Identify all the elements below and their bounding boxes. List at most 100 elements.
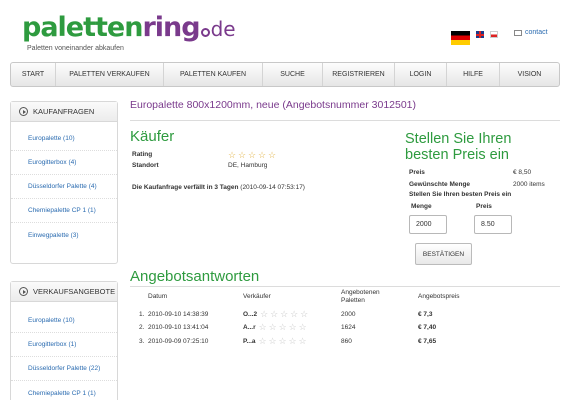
nav-login[interactable]: LOGIN — [395, 63, 447, 86]
star-icon: ☆ — [238, 150, 247, 160]
nav-sell-pallets[interactable]: PALETTEN VERKAUFEN — [56, 63, 164, 86]
sidebar-offer-item[interactable]: Eurogitterbox (1) — [11, 333, 117, 357]
sidebar-request-item[interactable]: Eurogitterbox (4) — [11, 151, 117, 175]
row-price: € 7,3 — [418, 311, 433, 318]
nav-help[interactable]: HILFE — [447, 63, 500, 86]
quantity-value: 2000 items — [513, 180, 545, 188]
sidebar-offer-item[interactable]: Düsseldorfer Palette (22) — [11, 357, 117, 381]
row-date: 2010-09-09 07:25:10 — [148, 338, 209, 345]
seller-name: O...2 — [243, 311, 258, 318]
contact-link[interactable]: contact — [514, 29, 548, 36]
quantity-row: Gewünschte Menge 2000 items — [409, 178, 559, 190]
sidebar-requests-header: KAUFANFRAGEN — [11, 102, 117, 122]
row-seller[interactable]: A...r ☆ ☆ ☆ ☆ ☆ — [243, 323, 308, 332]
english-flag-icon[interactable] — [476, 31, 484, 38]
row-date: 2010-09-10 14:38:39 — [148, 311, 209, 318]
row-number: 1. — [139, 311, 145, 318]
nav-buy-pallets[interactable]: PALETTEN KAUFEN — [164, 63, 263, 86]
nav-search[interactable]: SUCHE — [263, 63, 323, 86]
nav-vision[interactable]: VISION — [500, 63, 559, 86]
star-icon: ☆ — [300, 309, 309, 319]
seller-rating-stars: ☆ ☆ ☆ ☆ ☆ — [260, 310, 309, 319]
sidebar-offers-box: VERKAUFSANGEBOTE Europalette (10) Eurogi… — [10, 281, 118, 400]
sidebar-offers-header: VERKAUFSANGEBOTE — [11, 282, 117, 302]
star-icon: ☆ — [270, 309, 279, 319]
col-date: Datum — [148, 293, 168, 300]
sidebar-offers-title: VERKAUFSANGEBOTE — [33, 287, 116, 296]
star-icon: ☆ — [268, 336, 277, 346]
col-price: Angebotspreis — [418, 293, 460, 300]
seller-name: A...r — [243, 324, 256, 331]
seller-rating-stars: ☆ ☆ ☆ ☆ ☆ — [259, 337, 308, 346]
confirm-button[interactable]: BESTÄTIGEN — [415, 243, 472, 265]
star-icon: ☆ — [278, 322, 287, 332]
expiry-notice: Die Kaufanfrage verfällt in 3 Tagen (201… — [132, 184, 305, 191]
row-price: € 7,65 — [418, 338, 437, 345]
col-offered-line1: Angebotenen — [341, 289, 380, 296]
location-value: DE, Hamburg — [228, 162, 268, 169]
sidebar-offer-item[interactable]: Chemiepalette CP 1 (1) — [11, 381, 117, 400]
play-circle-icon — [19, 107, 28, 116]
polish-flag-icon[interactable] — [490, 31, 498, 38]
german-flag-icon[interactable] — [451, 31, 470, 45]
quantity-input[interactable]: 2000 — [409, 215, 447, 234]
sidebar-request-item[interactable]: Einwegpalette (3) — [11, 223, 117, 247]
row-number: 3. — [139, 338, 145, 345]
star-icon: ☆ — [290, 309, 299, 319]
logo-part-ring: ring — [142, 12, 200, 43]
site-tagline: Paletten voneinander abkaufen — [27, 45, 124, 52]
mail-icon — [514, 29, 522, 36]
row-seller[interactable]: P...a ☆ ☆ ☆ ☆ ☆ — [243, 337, 308, 346]
star-icon: ☆ — [258, 150, 267, 160]
row-pallets: 2000 — [341, 311, 356, 318]
star-icon: ☆ — [228, 150, 237, 160]
logo-part-paletten: paletten — [22, 12, 143, 43]
sidebar-request-item[interactable]: Düsseldorfer Palette (4) — [11, 175, 117, 199]
row-pallets: 860 — [341, 338, 352, 345]
row-price: € 7,40 — [418, 324, 437, 331]
rating-label: Rating — [132, 151, 153, 158]
seller-name: P...a — [243, 338, 256, 345]
seller-rating-stars: ☆ ☆ ☆ ☆ ☆ — [259, 323, 308, 332]
star-icon: ☆ — [288, 322, 297, 332]
star-icon: ☆ — [280, 309, 289, 319]
sidebar-request-item[interactable]: Chemiepalette CP 1 (1) — [11, 199, 117, 223]
star-icon: ☆ — [248, 150, 257, 160]
price-row: Preis € 8,50 — [409, 166, 559, 178]
buyer-heading: Käufer — [130, 128, 175, 145]
main-navigation: START PALETTEN VERKAUFEN PALETTEN KAUFEN… — [10, 62, 560, 87]
expiry-date: (2010-09-14 07:53:17) — [240, 184, 305, 191]
star-icon: ☆ — [298, 322, 307, 332]
price-value: € 8,50 — [513, 168, 532, 176]
nav-start[interactable]: START — [11, 63, 56, 86]
nav-register[interactable]: REGISTRIEREN — [323, 63, 395, 86]
logo-ring-icon — [200, 28, 210, 37]
contact-label: contact — [525, 29, 548, 36]
quantity-label: Gewünschte Menge — [409, 180, 471, 188]
language-switcher — [451, 31, 498, 45]
field-quantity-label: Menge — [411, 203, 432, 210]
sidebar-offer-item[interactable]: Europalette (10) — [11, 309, 117, 333]
expiry-prefix: Die Kaufanfrage verfällt in — [132, 184, 213, 191]
star-icon: ☆ — [258, 322, 267, 332]
offer-heading: Stellen Sie Ihren besten Preis ein — [405, 131, 512, 163]
answers-heading: Angebotsantworten — [130, 268, 260, 285]
star-icon: ☆ — [268, 150, 277, 160]
row-number: 2. — [139, 324, 145, 331]
star-icon: ☆ — [288, 336, 297, 346]
star-icon: ☆ — [258, 336, 267, 346]
star-icon: ☆ — [260, 309, 269, 319]
sidebar-request-item[interactable]: Europalette (10) — [11, 127, 117, 151]
expiry-days: 3 Tagen — [214, 184, 239, 191]
star-icon: ☆ — [278, 336, 287, 346]
row-seller[interactable]: O...2 ☆ ☆ ☆ ☆ ☆ — [243, 310, 309, 319]
col-offered-pallets: Angebotenen Paletten — [341, 289, 380, 305]
logo-part-de: de — [210, 17, 236, 41]
location-label: Standort — [132, 162, 159, 169]
buyer-rating-stars: ☆ ☆ ☆ ☆ ☆ — [228, 151, 277, 160]
page-title: Europalette 800x1200mm, neue (Angebotsnu… — [130, 99, 417, 111]
site-logo[interactable]: palettenring de — [22, 14, 236, 48]
price-input[interactable]: 8.50 — [474, 215, 512, 234]
field-price-label: Preis — [476, 203, 492, 210]
play-circle-icon — [19, 287, 28, 296]
